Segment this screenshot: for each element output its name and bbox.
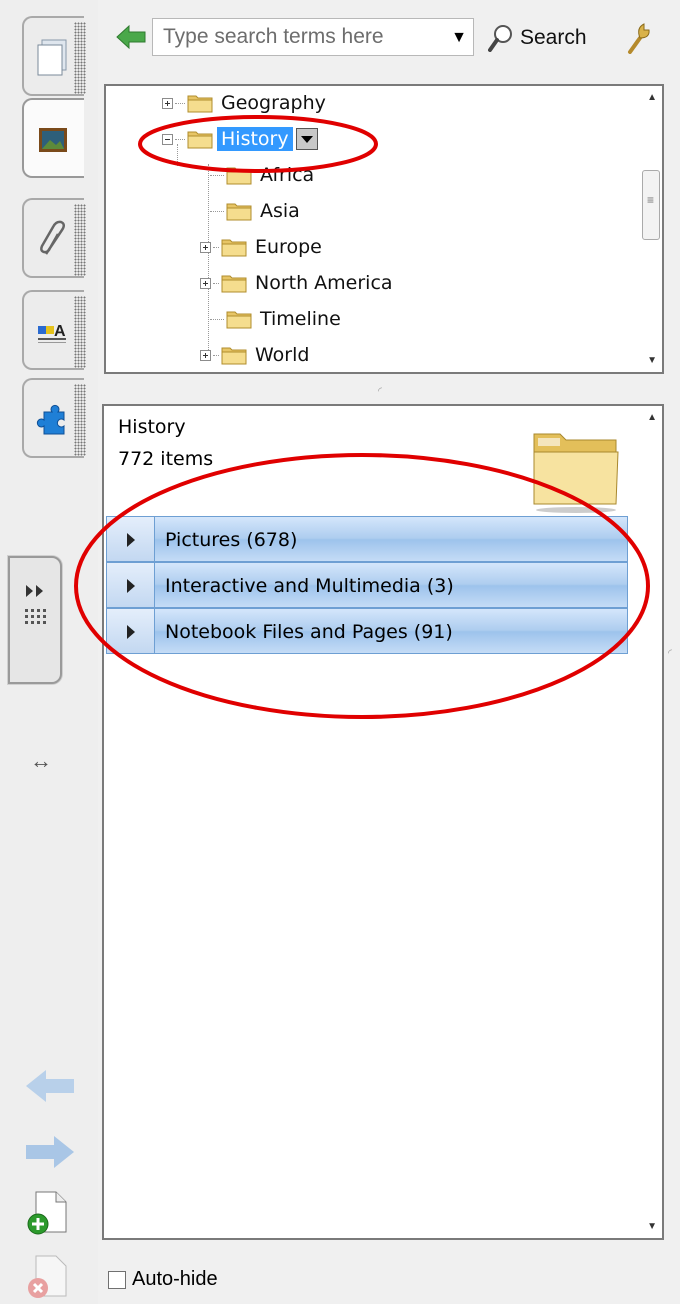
tree-item[interactable]: North America	[200, 266, 393, 300]
expand-arrow-icon[interactable]	[107, 517, 155, 561]
details-scrollbar[interactable]: ▲ ▼	[642, 406, 662, 1238]
expand-icon[interactable]	[200, 277, 211, 289]
item-count: 772 items	[118, 448, 214, 470]
folder-icon	[221, 239, 247, 257]
scroll-down-icon[interactable]: ▼	[647, 355, 657, 366]
tree-item-label: Geography	[221, 92, 326, 114]
delete-page-icon[interactable]	[24, 1252, 72, 1300]
expand-icon[interactable]	[200, 241, 211, 253]
large-folder-icon	[533, 433, 619, 513]
tree-item-selected[interactable]: History	[162, 122, 318, 156]
tree-item-label: History	[217, 127, 293, 151]
tab-attachments[interactable]	[22, 198, 86, 278]
folder-icon	[187, 131, 213, 149]
tree-item-label: Europe	[255, 236, 322, 258]
wrench-icon[interactable]	[626, 22, 652, 54]
tree-item[interactable]: Africa	[210, 158, 314, 192]
folder-icon	[226, 203, 252, 221]
collapse-panel-button[interactable]	[8, 556, 62, 684]
category-row[interactable]: Notebook Files and Pages (91)	[106, 608, 628, 654]
forward-arrow-icon[interactable]	[24, 1134, 76, 1170]
expand-icon[interactable]	[200, 349, 211, 361]
tree-item-label: North America	[255, 272, 393, 294]
category-label: Pictures (678)	[165, 529, 298, 551]
resize-horizontal-icon[interactable]: ↔	[30, 748, 52, 774]
collapse-icon[interactable]	[162, 133, 173, 145]
scroll-up-icon[interactable]: ▲	[647, 92, 657, 103]
search-input[interactable]	[153, 19, 443, 55]
expand-arrow-icon[interactable]	[107, 563, 155, 607]
item-menu-dropdown-icon[interactable]	[295, 128, 318, 150]
magnifier-icon	[488, 25, 512, 52]
expand-arrow-icon[interactable]	[107, 609, 155, 653]
gallery-back-arrow-icon[interactable]	[116, 24, 146, 50]
tree-item[interactable]: Asia	[210, 194, 300, 228]
folder-icon	[226, 311, 252, 329]
properties-icon: A	[38, 323, 66, 343]
side-tab-strip: A ↔	[0, 0, 98, 1304]
category-label: Notebook Files and Pages (91)	[165, 621, 453, 643]
tab-addons[interactable]	[22, 378, 86, 458]
picture-icon	[39, 128, 67, 152]
tree-item-label: World	[255, 344, 310, 366]
category-title: History	[118, 416, 186, 438]
tree-item-label: Timeline	[260, 308, 341, 330]
search-field[interactable]: ▼	[152, 18, 474, 56]
category-row[interactable]: Pictures (678)	[106, 516, 628, 562]
right-resize-grip[interactable]: ◜	[668, 648, 672, 659]
autohide-checkbox[interactable]: Auto-hide	[108, 1268, 218, 1291]
tree-item[interactable]: Geography	[162, 86, 326, 120]
category-tree[interactable]: Geography History Africa Asia Europe Nor…	[104, 84, 664, 374]
autohide-label: Auto-hide	[132, 1268, 218, 1290]
folder-icon	[187, 95, 213, 113]
add-page-icon[interactable]	[24, 1188, 72, 1236]
search-history-dropdown-icon[interactable]: ▼	[451, 29, 467, 47]
tree-item[interactable]: Europe	[200, 230, 322, 264]
category-label: Interactive and Multimedia (3)	[165, 575, 454, 597]
folder-icon	[221, 275, 247, 293]
panel-splitter[interactable]: ◜	[378, 386, 382, 397]
paperclip-icon	[40, 220, 65, 255]
tree-item[interactable]: World	[200, 338, 309, 372]
tree-item[interactable]: Timeline	[210, 302, 341, 336]
category-details-panel: History 772 items Pictures (678) Interac…	[102, 404, 664, 1240]
tree-item-label: Asia	[260, 200, 300, 222]
grip-icon	[25, 609, 46, 624]
tree-item-label: Africa	[260, 164, 315, 186]
scroll-up-icon[interactable]: ▲	[647, 412, 657, 423]
tree-scrollbar[interactable]: ▲ ▼	[642, 86, 662, 372]
scroll-thumb[interactable]	[642, 170, 660, 240]
folder-icon	[221, 347, 247, 365]
scroll-down-icon[interactable]: ▼	[647, 1221, 657, 1232]
page-icon	[37, 39, 67, 76]
double-chevron-icon	[26, 585, 43, 597]
tab-gallery[interactable]	[22, 98, 84, 178]
puzzle-icon	[36, 404, 65, 435]
category-row[interactable]: Interactive and Multimedia (3)	[106, 562, 628, 608]
tab-page-sorter[interactable]	[22, 16, 86, 96]
search-button-label: Search	[520, 26, 587, 49]
search-button[interactable]: Search	[488, 22, 587, 54]
tab-properties[interactable]: A	[22, 290, 86, 370]
svg-text:A: A	[54, 323, 66, 340]
checkbox-box[interactable]	[108, 1270, 126, 1289]
back-arrow-icon[interactable]	[24, 1068, 76, 1104]
expand-icon[interactable]	[162, 97, 173, 109]
folder-icon	[226, 167, 252, 185]
